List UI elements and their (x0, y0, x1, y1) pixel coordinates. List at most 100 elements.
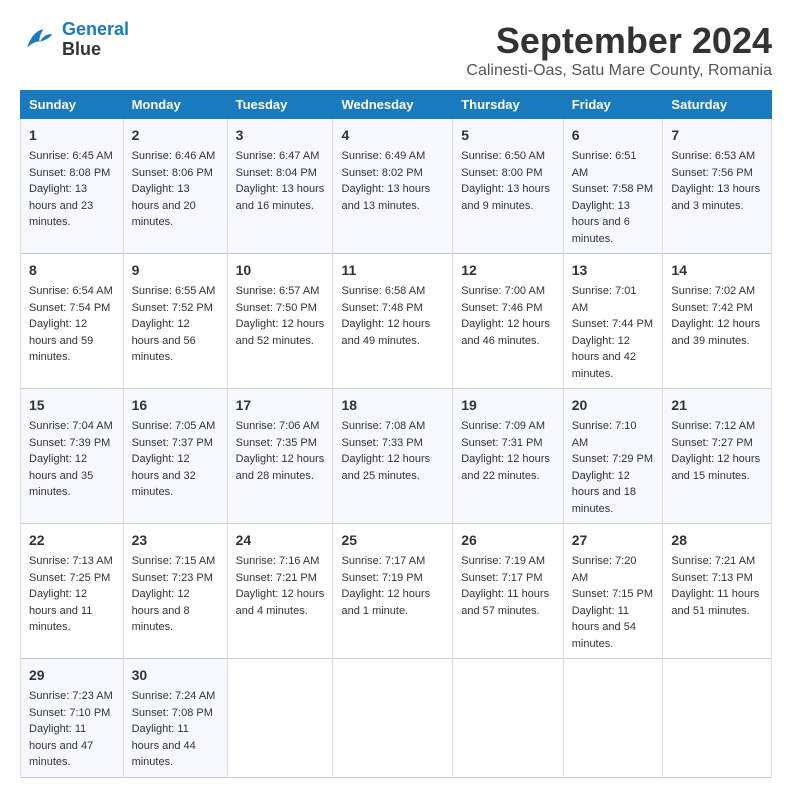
day-number: 9 (132, 260, 219, 281)
weekday-header-thursday: Thursday (453, 91, 563, 119)
calendar-cell (453, 659, 563, 778)
sunset-info: Sunset: 7:35 PM (236, 437, 317, 449)
sunset-info: Sunset: 7:33 PM (341, 437, 422, 449)
weekday-header-row: SundayMondayTuesdayWednesdayThursdayFrid… (21, 91, 772, 119)
weekday-header-friday: Friday (563, 91, 663, 119)
calendar-cell: 12 Sunrise: 7:00 AM Sunset: 7:46 PM Dayl… (453, 254, 563, 389)
calendar-cell: 30 Sunrise: 7:24 AM Sunset: 7:08 PM Dayl… (123, 659, 227, 778)
sunrise-info: Sunrise: 6:58 AM (341, 285, 425, 297)
calendar-cell (227, 659, 333, 778)
day-number: 7 (671, 125, 763, 146)
sunrise-info: Sunrise: 6:47 AM (236, 150, 320, 162)
logo-text: General Blue (62, 20, 129, 60)
weekday-header-tuesday: Tuesday (227, 91, 333, 119)
daylight-info: Daylight: 12 hours and 35 minutes. (29, 453, 93, 498)
sunrise-info: Sunrise: 7:19 AM (461, 555, 545, 567)
calendar-cell (333, 659, 453, 778)
daylight-info: Daylight: 12 hours and 4 minutes. (236, 588, 325, 617)
day-number: 15 (29, 395, 115, 416)
sunrise-info: Sunrise: 6:50 AM (461, 150, 545, 162)
daylight-info: Daylight: 12 hours and 52 minutes. (236, 318, 325, 347)
daylight-info: Daylight: 11 hours and 57 minutes. (461, 588, 549, 617)
daylight-info: Daylight: 13 hours and 16 minutes. (236, 183, 325, 212)
calendar-cell: 15 Sunrise: 7:04 AM Sunset: 7:39 PM Dayl… (21, 389, 124, 524)
sunset-info: Sunset: 7:23 PM (132, 572, 213, 584)
day-number: 20 (572, 395, 655, 416)
sunset-info: Sunset: 8:02 PM (341, 167, 422, 179)
daylight-info: Daylight: 13 hours and 20 minutes. (132, 183, 196, 228)
day-number: 23 (132, 530, 219, 551)
sunrise-info: Sunrise: 6:54 AM (29, 285, 113, 297)
day-number: 4 (341, 125, 444, 146)
sunrise-info: Sunrise: 6:55 AM (132, 285, 216, 297)
calendar-cell: 7 Sunrise: 6:53 AM Sunset: 7:56 PM Dayli… (663, 119, 772, 254)
sunset-info: Sunset: 7:44 PM (572, 318, 653, 330)
daylight-info: Daylight: 12 hours and 46 minutes. (461, 318, 550, 347)
daylight-info: Daylight: 11 hours and 54 minutes. (572, 605, 636, 650)
daylight-info: Daylight: 12 hours and 1 minute. (341, 588, 430, 617)
day-number: 11 (341, 260, 444, 281)
logo-icon (20, 22, 56, 58)
sunrise-info: Sunrise: 7:06 AM (236, 420, 320, 432)
calendar-cell: 9 Sunrise: 6:55 AM Sunset: 7:52 PM Dayli… (123, 254, 227, 389)
sunrise-info: Sunrise: 7:09 AM (461, 420, 545, 432)
sunset-info: Sunset: 7:50 PM (236, 302, 317, 314)
daylight-info: Daylight: 13 hours and 13 minutes. (341, 183, 430, 212)
sunrise-info: Sunrise: 7:01 AM (572, 285, 637, 314)
calendar-cell: 8 Sunrise: 6:54 AM Sunset: 7:54 PM Dayli… (21, 254, 124, 389)
location-subtitle: Calinesti-Oas, Satu Mare County, Romania (466, 62, 772, 80)
daylight-info: Daylight: 12 hours and 15 minutes. (671, 453, 760, 482)
calendar-cell: 10 Sunrise: 6:57 AM Sunset: 7:50 PM Dayl… (227, 254, 333, 389)
sunrise-info: Sunrise: 6:53 AM (671, 150, 755, 162)
sunrise-info: Sunrise: 7:17 AM (341, 555, 425, 567)
calendar-cell (663, 659, 772, 778)
day-number: 8 (29, 260, 115, 281)
daylight-info: Daylight: 13 hours and 3 minutes. (671, 183, 760, 212)
daylight-info: Daylight: 12 hours and 56 minutes. (132, 318, 196, 363)
sunset-info: Sunset: 7:56 PM (671, 167, 752, 179)
sunrise-info: Sunrise: 7:13 AM (29, 555, 113, 567)
calendar-cell: 28 Sunrise: 7:21 AM Sunset: 7:13 PM Dayl… (663, 524, 772, 659)
title-section: September 2024 Calinesti-Oas, Satu Mare … (466, 20, 772, 80)
daylight-info: Daylight: 12 hours and 8 minutes. (132, 588, 190, 633)
sunset-info: Sunset: 8:06 PM (132, 167, 213, 179)
day-number: 14 (671, 260, 763, 281)
calendar-week-row: 8 Sunrise: 6:54 AM Sunset: 7:54 PM Dayli… (21, 254, 772, 389)
sunset-info: Sunset: 7:21 PM (236, 572, 317, 584)
calendar-cell: 19 Sunrise: 7:09 AM Sunset: 7:31 PM Dayl… (453, 389, 563, 524)
sunset-info: Sunset: 7:29 PM (572, 453, 653, 465)
sunrise-info: Sunrise: 7:10 AM (572, 420, 637, 449)
sunrise-info: Sunrise: 6:45 AM (29, 150, 113, 162)
daylight-info: Daylight: 13 hours and 23 minutes. (29, 183, 93, 228)
calendar-cell: 14 Sunrise: 7:02 AM Sunset: 7:42 PM Dayl… (663, 254, 772, 389)
daylight-info: Daylight: 13 hours and 6 minutes. (572, 200, 630, 245)
sunrise-info: Sunrise: 6:51 AM (572, 150, 637, 179)
day-number: 2 (132, 125, 219, 146)
sunset-info: Sunset: 7:10 PM (29, 707, 110, 719)
daylight-info: Daylight: 12 hours and 32 minutes. (132, 453, 196, 498)
sunrise-info: Sunrise: 7:04 AM (29, 420, 113, 432)
calendar-week-row: 29 Sunrise: 7:23 AM Sunset: 7:10 PM Dayl… (21, 659, 772, 778)
calendar-week-row: 22 Sunrise: 7:13 AM Sunset: 7:25 PM Dayl… (21, 524, 772, 659)
day-number: 17 (236, 395, 325, 416)
daylight-info: Daylight: 11 hours and 47 minutes. (29, 723, 93, 768)
day-number: 12 (461, 260, 554, 281)
day-number: 18 (341, 395, 444, 416)
day-number: 27 (572, 530, 655, 551)
sunrise-info: Sunrise: 7:15 AM (132, 555, 216, 567)
calendar-cell: 27 Sunrise: 7:20 AM Sunset: 7:15 PM Dayl… (563, 524, 663, 659)
daylight-info: Daylight: 12 hours and 39 minutes. (671, 318, 760, 347)
calendar-cell: 13 Sunrise: 7:01 AM Sunset: 7:44 PM Dayl… (563, 254, 663, 389)
sunset-info: Sunset: 7:17 PM (461, 572, 542, 584)
sunset-info: Sunset: 7:52 PM (132, 302, 213, 314)
day-number: 5 (461, 125, 554, 146)
sunrise-info: Sunrise: 7:02 AM (671, 285, 755, 297)
sunset-info: Sunset: 7:58 PM (572, 183, 653, 195)
daylight-info: Daylight: 12 hours and 28 minutes. (236, 453, 325, 482)
calendar-cell: 29 Sunrise: 7:23 AM Sunset: 7:10 PM Dayl… (21, 659, 124, 778)
sunset-info: Sunset: 7:46 PM (461, 302, 542, 314)
sunrise-info: Sunrise: 7:00 AM (461, 285, 545, 297)
calendar-cell: 22 Sunrise: 7:13 AM Sunset: 7:25 PM Dayl… (21, 524, 124, 659)
daylight-info: Daylight: 12 hours and 18 minutes. (572, 470, 636, 515)
calendar-week-row: 1 Sunrise: 6:45 AM Sunset: 8:08 PM Dayli… (21, 119, 772, 254)
